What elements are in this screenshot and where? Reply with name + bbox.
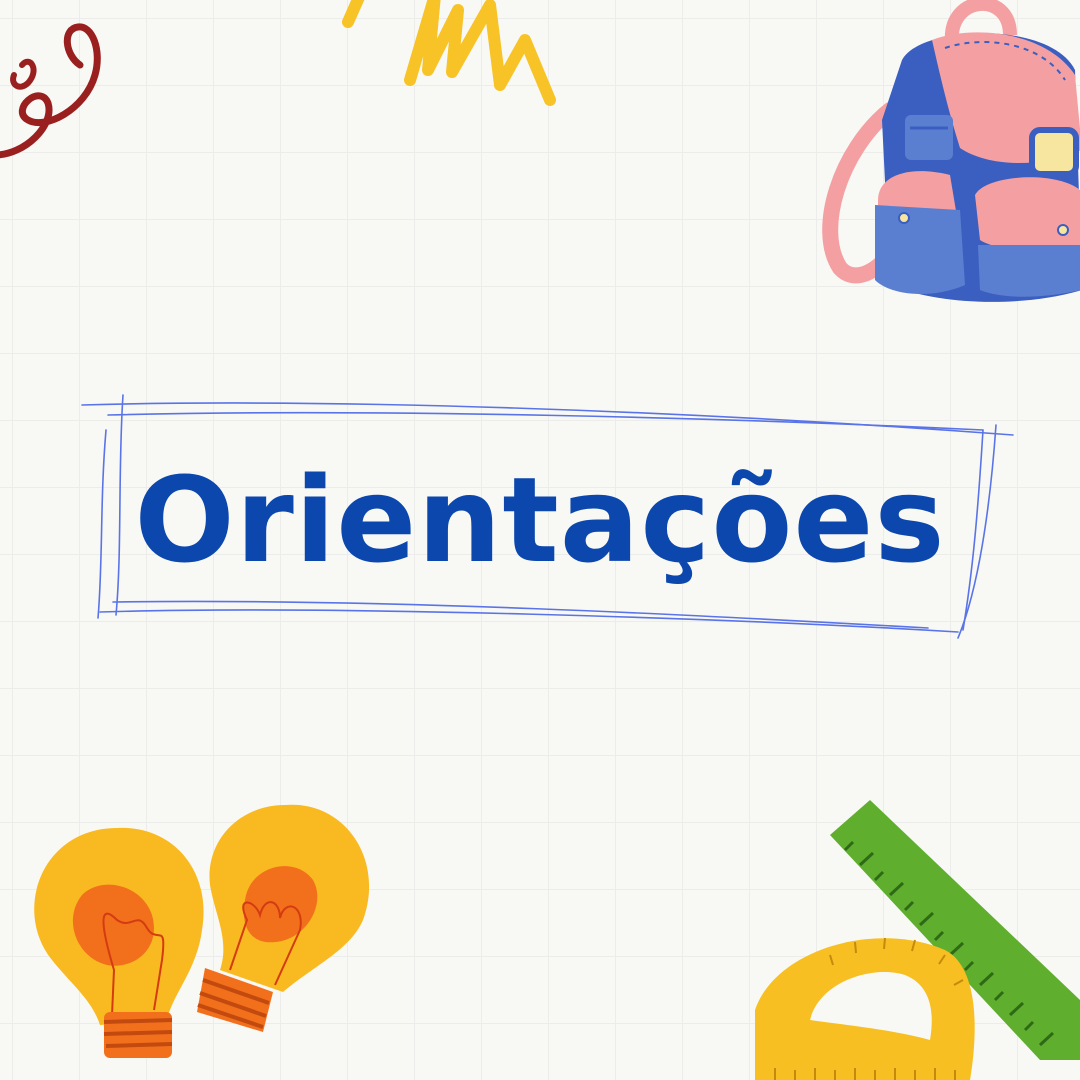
yellow-zigzag-icon [342, 0, 556, 106]
protractor-icon [755, 937, 975, 1080]
lightbulb-icon [197, 804, 370, 1032]
backpack-icon [822, 0, 1080, 302]
red-scribble-icon [0, 23, 101, 159]
page-title: Orientações [134, 451, 946, 589]
lightbulb-icon [34, 827, 204, 1058]
